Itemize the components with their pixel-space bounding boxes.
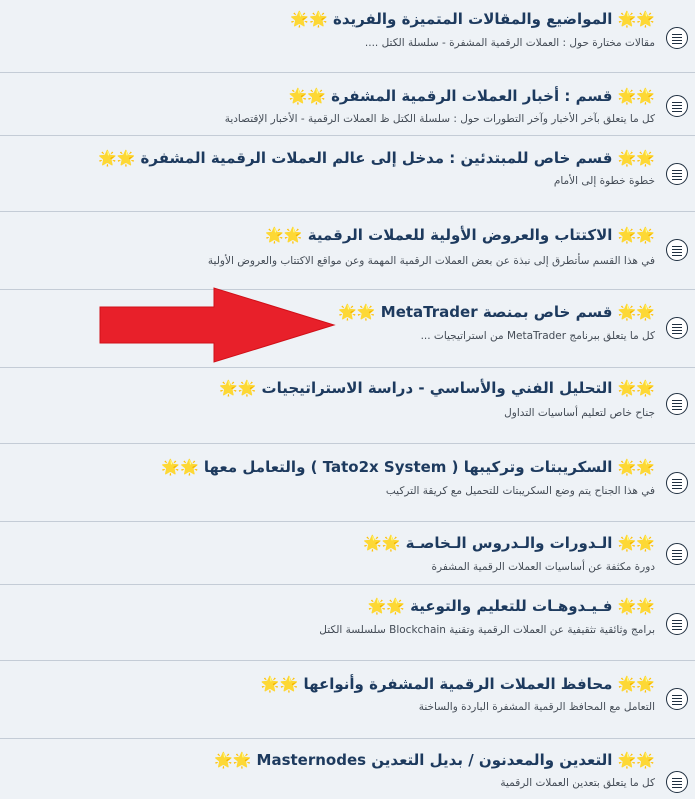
forum-document-icon (666, 239, 688, 261)
red-arrow-annotation (99, 287, 336, 363)
forum-document-icon (666, 472, 688, 494)
forum-title-link[interactable]: 🌟🌟 قسم خاص بمنصة MetaTrader 🌟🌟 (338, 303, 655, 321)
forum-title-link[interactable]: 🌟🌟 السكريبتات وتركيبها ( Tato2x System )… (161, 458, 655, 476)
forum-row[interactable]: 🌟🌟 السكريبتات وتركيبها ( Tato2x System )… (0, 444, 695, 522)
forum-row[interactable]: 🌟🌟 محافظ العملات الرقمية المشفرة وأنواعه… (0, 661, 695, 739)
forum-description: في هذا القسم سأتطرق إلى نبذة عن بعض العم… (207, 255, 655, 267)
forum-title-link[interactable]: 🌟🌟 قسم خاص للمبتدئين : مدخل إلى عالم الع… (98, 149, 655, 167)
forum-description: في هذا الجناح يتم وضع السكريبتات للتحميل… (385, 485, 655, 497)
arrow-shape (99, 287, 336, 363)
forum-title-link[interactable]: 🌟🌟 فـيـدوهـات للتعليم والتوعية 🌟🌟 (368, 597, 655, 615)
forum-row[interactable]: 🌟🌟 قسم خاص للمبتدئين : مدخل إلى عالم الع… (0, 136, 695, 212)
forum-row[interactable]: 🌟🌟 الاكتتاب والعروض الأولية للعملات الرق… (0, 212, 695, 290)
forum-row[interactable]: 🌟🌟 التعدين والمعدنون / بديل التعدين Mast… (0, 739, 695, 799)
forum-title-link[interactable]: 🌟🌟 محافظ العملات الرقمية المشفرة وأنواعه… (261, 675, 655, 693)
forum-document-icon (666, 393, 688, 415)
forum-row[interactable]: 🌟🌟 فـيـدوهـات للتعليم والتوعية 🌟🌟 برامج … (0, 585, 695, 661)
forum-description: مقالات مختارة حول : العملات الرقمية المش… (364, 37, 655, 49)
forum-document-icon (666, 771, 688, 793)
forum-document-icon (666, 27, 688, 49)
forum-row[interactable]: 🌟🌟 المواضيع والمقالات المتميزة والفريدة … (0, 0, 695, 73)
forum-row[interactable]: 🌟🌟 قسم : أخبار العملات الرقمية المشفرة 🌟… (0, 73, 695, 136)
forum-title-link[interactable]: 🌟🌟 المواضيع والمقالات المتميزة والفريدة … (290, 10, 655, 28)
forum-description: التعامل مع المحافظ الرقمية المشفرة البار… (418, 701, 655, 713)
forum-row[interactable]: 🌟🌟 الـدورات والـدروس الـخاصـة 🌟🌟 دورة مك… (0, 522, 695, 585)
forum-title-link[interactable]: 🌟🌟 الـدورات والـدروس الـخاصـة 🌟🌟 (363, 534, 655, 552)
forum-title-link[interactable]: 🌟🌟 التحليل الفني والأساسي - دراسة الاستر… (219, 379, 655, 397)
forum-row[interactable]: 🌟🌟 التحليل الفني والأساسي - دراسة الاستر… (0, 368, 695, 444)
forum-document-icon (666, 543, 688, 565)
forum-description: خطوة خطوة إلى الأمام (553, 175, 655, 187)
forum-document-icon (666, 613, 688, 635)
forum-description: كل ما يتعلق بآخر الأخبار وآخر التطورات ح… (224, 113, 655, 125)
forum-description: كل ما يتعلق بتعدين العملات الرقمية (500, 777, 655, 789)
forum-description: دورة مكثفة عن أساسيات العملات الرقمية ال… (431, 561, 655, 573)
forum-list: 🌟🌟 المواضيع والمقالات المتميزة والفريدة … (0, 0, 695, 799)
forum-document-icon (666, 163, 688, 185)
forum-title-link[interactable]: 🌟🌟 الاكتتاب والعروض الأولية للعملات الرق… (265, 226, 655, 244)
forum-title-link[interactable]: 🌟🌟 التعدين والمعدنون / بديل التعدين Mast… (214, 751, 655, 769)
forum-description: برامج وثائقية تثقيفية عن العملات الرقمية… (319, 624, 655, 636)
forum-description: جناح خاص لتعليم أساسيات التداول (504, 407, 655, 419)
forum-document-icon (666, 317, 688, 339)
forum-description: كل ما يتعلق ببرنامج MetaTrader من استرات… (420, 330, 655, 342)
forum-document-icon (666, 688, 688, 710)
forum-document-icon (666, 95, 688, 117)
forum-title-link[interactable]: 🌟🌟 قسم : أخبار العملات الرقمية المشفرة 🌟… (289, 87, 656, 105)
